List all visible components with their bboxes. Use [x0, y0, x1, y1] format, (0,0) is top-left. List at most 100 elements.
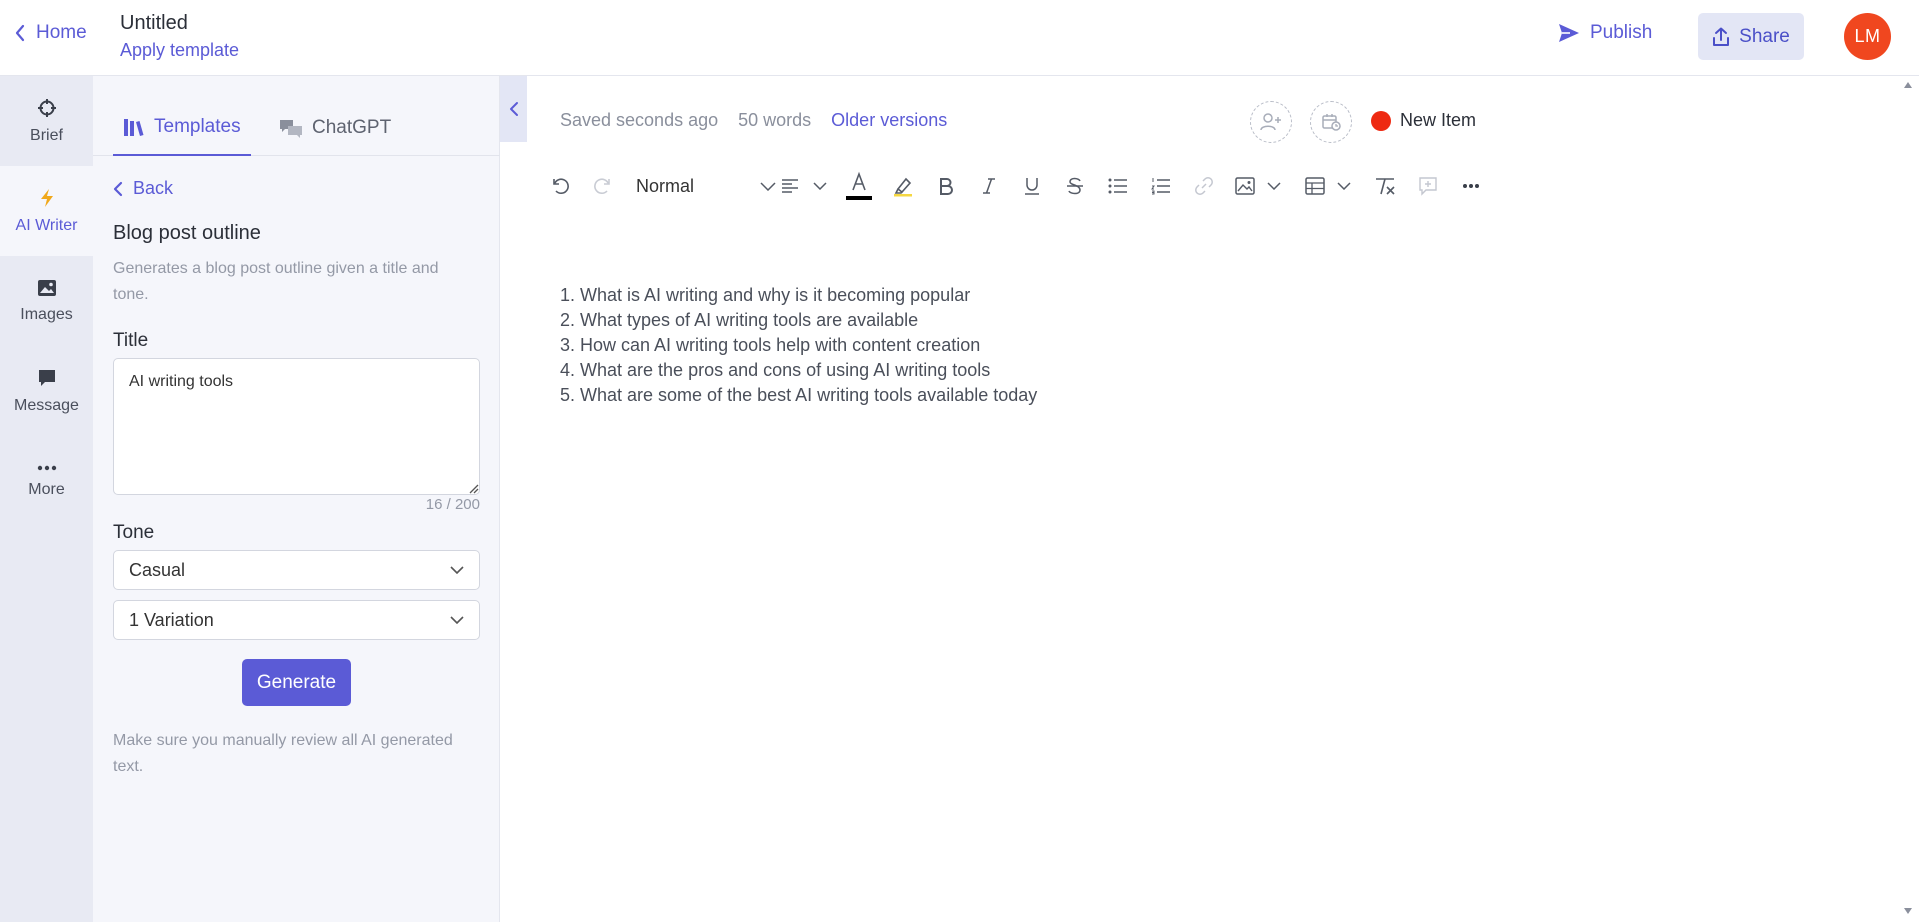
- chevron-down-icon: [760, 181, 776, 191]
- scroll-up-arrow-icon[interactable]: [1903, 81, 1913, 89]
- home-label: Home: [36, 22, 87, 43]
- status-dot: [1371, 110, 1391, 131]
- chevron-left-icon: [509, 102, 518, 116]
- saved-status: Saved seconds ago: [560, 110, 719, 130]
- redo-button[interactable]: [591, 168, 615, 204]
- image-icon: [1235, 177, 1255, 195]
- underline-button[interactable]: [1020, 168, 1044, 204]
- table-icon: [1305, 177, 1325, 195]
- status-new-item[interactable]: New Item: [1371, 110, 1476, 131]
- list-item: 1. What is AI writing and why is it beco…: [560, 285, 971, 305]
- sidebar-item-label: AI Writer: [15, 216, 78, 234]
- schedule-button[interactable]: [1310, 101, 1352, 143]
- sidebar-item-ai-writer[interactable]: AI Writer: [0, 166, 93, 256]
- strikethrough-button[interactable]: [1063, 168, 1087, 204]
- chevron-left-icon: [113, 181, 123, 196]
- resize-handle-icon[interactable]: [467, 482, 479, 494]
- older-versions-link[interactable]: Older versions: [831, 110, 947, 131]
- highlight-button[interactable]: [891, 168, 915, 204]
- tab-templates[interactable]: Templates: [113, 100, 251, 156]
- generate-button[interactable]: Generate: [242, 659, 351, 706]
- scroll-down-arrow-icon[interactable]: [1903, 907, 1913, 915]
- format-value: Normal: [636, 175, 695, 196]
- insert-image-dropdown[interactable]: [1235, 168, 1281, 204]
- avatar[interactable]: LM: [1844, 13, 1891, 60]
- calendar-clock-icon: [1322, 114, 1341, 131]
- align-left-icon: [782, 179, 798, 193]
- bold-icon: [940, 178, 953, 195]
- chevron-down-icon: [1267, 182, 1281, 190]
- sidebar-item-label: Message: [14, 396, 79, 414]
- ai-writer-panel: Templates ChatGPT Back Blog post outline…: [93, 76, 500, 922]
- bullet-list-icon: [1108, 178, 1127, 194]
- tab-label: ChatGPT: [312, 117, 392, 138]
- lightning-icon: [40, 188, 53, 207]
- sidebar-item-label: Brief: [30, 126, 63, 144]
- share-button[interactable]: Share: [1698, 13, 1804, 60]
- list-item: 4. What are the pros and cons of using A…: [560, 360, 991, 380]
- numbered-list-icon: [1151, 178, 1170, 195]
- list-item: 2. What types of AI writing tools are av…: [560, 310, 919, 330]
- bold-button[interactable]: [934, 168, 958, 204]
- italic-button[interactable]: [977, 168, 1001, 204]
- chevron-down-icon: [1337, 182, 1351, 190]
- books-icon: [124, 119, 144, 136]
- top-bar: Home Untitled Apply template Publish Sha…: [0, 0, 1919, 76]
- editor-toolbar: Normal: [548, 168, 1488, 204]
- more-options-button[interactable]: [1459, 168, 1483, 204]
- publish-label: Publish: [1590, 22, 1653, 43]
- sidebar-item-images[interactable]: Images: [0, 256, 93, 346]
- tab-label: Templates: [154, 116, 241, 137]
- redo-icon: [594, 178, 610, 195]
- list-item: 5. What are some of the best AI writing …: [560, 385, 1038, 405]
- clear-formatting-button[interactable]: [1372, 168, 1398, 204]
- chevron-down-icon: [450, 566, 464, 574]
- panel-tabs: Templates ChatGPT: [93, 76, 500, 156]
- title-input[interactable]: AI writing tools: [113, 358, 480, 495]
- publish-button[interactable]: Publish: [1558, 22, 1652, 44]
- home-link[interactable]: Home: [14, 22, 87, 44]
- review-note: Make sure you manually review all AI gen…: [113, 732, 453, 775]
- link-button[interactable]: [1192, 168, 1216, 204]
- text-color-button[interactable]: [846, 168, 872, 204]
- editor-content[interactable]: 1. What is AI writing and why is it beco…: [560, 283, 1037, 408]
- chevron-left-icon: [15, 24, 25, 42]
- link-icon: [1195, 177, 1213, 195]
- template-description: Generates a blog post outline given a ti…: [113, 260, 439, 303]
- chat-bubbles-icon: [280, 120, 302, 138]
- apply-template-link[interactable]: Apply template: [120, 40, 239, 61]
- sidebar-item-message[interactable]: Message: [0, 346, 93, 436]
- sidebar-item-label: Images: [20, 305, 73, 323]
- add-comment-button[interactable]: [1416, 168, 1440, 204]
- undo-icon: [553, 178, 569, 195]
- chevron-down-icon: [450, 616, 464, 624]
- collapse-panel-button[interactable]: [500, 76, 527, 142]
- status-label: New Item: [1400, 110, 1477, 130]
- list-item: 3. How can AI writing tools help with co…: [560, 335, 981, 355]
- tab-chatgpt[interactable]: ChatGPT: [269, 100, 401, 156]
- document-title[interactable]: Untitled: [120, 12, 188, 35]
- ellipsis-icon: [1463, 184, 1479, 188]
- sidebar-item-brief[interactable]: Brief: [0, 76, 93, 166]
- highlighter-icon: [894, 177, 912, 197]
- back-button[interactable]: Back: [113, 178, 173, 199]
- sidebar-item-more[interactable]: More: [0, 436, 93, 526]
- tone-select[interactable]: Casual: [113, 550, 480, 590]
- tone-label: Tone: [113, 522, 155, 543]
- char-counter: 16 / 200: [425, 496, 480, 513]
- insert-table-dropdown[interactable]: [1305, 168, 1351, 204]
- text-color-icon: [846, 171, 872, 200]
- variation-value: 1 Variation: [129, 609, 214, 630]
- template-title: Blog post outline: [113, 222, 261, 244]
- undo-button[interactable]: [548, 168, 572, 204]
- variation-select[interactable]: 1 Variation: [113, 600, 480, 640]
- numbered-list-button[interactable]: [1149, 168, 1173, 204]
- send-icon: [1559, 24, 1579, 42]
- align-dropdown[interactable]: [781, 168, 827, 204]
- paragraph-format-select[interactable]: Normal: [636, 168, 776, 204]
- sidebar-item-label: More: [28, 480, 65, 498]
- bullet-list-button[interactable]: [1106, 168, 1130, 204]
- assign-user-button[interactable]: [1250, 101, 1292, 143]
- underline-icon: [1025, 178, 1039, 195]
- title-label: Title: [113, 330, 149, 351]
